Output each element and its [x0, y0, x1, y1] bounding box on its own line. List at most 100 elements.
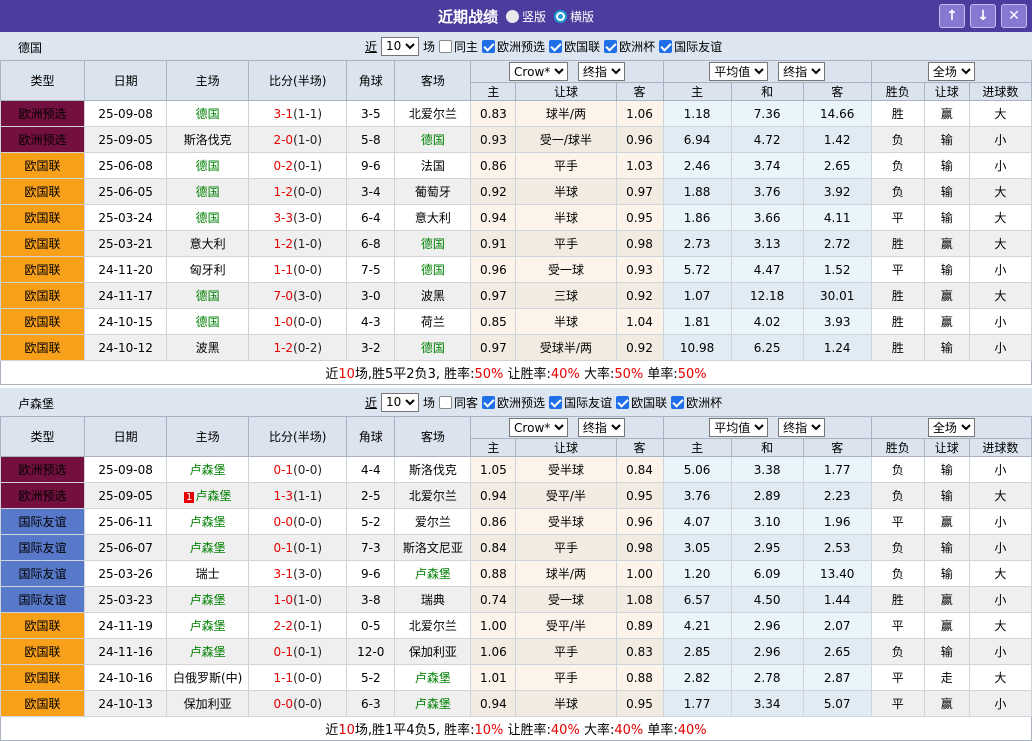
vertical-radio[interactable]: [506, 10, 519, 23]
avg-final-odds-select[interactable]: 终指: [778, 62, 825, 81]
halftime-score: (0-1): [293, 159, 322, 173]
league-checkbox[interactable]: [549, 396, 562, 409]
score-cell: 3-3(3-0): [249, 205, 347, 231]
same-venue-option[interactable]: 同主: [439, 38, 478, 55]
result-goals-cell: 小: [969, 509, 1031, 535]
home-team-cell: 德国: [167, 153, 249, 179]
table-row: 欧国联24-10-13保加利亚0-0(0-0)6-3卢森堡0.94半球0.951…: [1, 691, 1032, 717]
fulltime-select[interactable]: 全场: [928, 418, 975, 437]
date-cell: 25-06-08: [85, 153, 167, 179]
league-filter-option[interactable]: 欧洲杯: [671, 394, 722, 411]
handicap-line-cell: 受平/半: [516, 483, 616, 509]
home-team-name: 德国: [196, 159, 220, 173]
match-count-select[interactable]: 10: [381, 393, 419, 412]
league-filter-option[interactable]: 国际友谊: [659, 38, 722, 55]
score-cell: 1-1(0-0): [249, 665, 347, 691]
handicap-away-odds-cell: 1.03: [616, 153, 663, 179]
league-filter-option[interactable]: 欧洲预选: [482, 394, 545, 411]
league-checkbox[interactable]: [604, 40, 617, 53]
league-checkbox[interactable]: [659, 40, 672, 53]
handicap-away-odds-cell: 0.95: [616, 205, 663, 231]
league-filter-option[interactable]: 欧国联: [549, 38, 600, 55]
corner-cell: 6-8: [347, 231, 395, 257]
move-down-button[interactable]: ↓: [970, 4, 996, 28]
handicap-away-odds-cell: 0.96: [616, 509, 663, 535]
league-filter-option[interactable]: 欧国联: [616, 394, 667, 411]
result-wdl-cell: 负: [871, 535, 924, 561]
avg-draw-odds-cell: 3.74: [731, 153, 803, 179]
avg-draw-odds-cell: 7.36: [731, 101, 803, 127]
avg-draw-odds-cell: 2.78: [731, 665, 803, 691]
horizontal-layout-option[interactable]: 横版: [554, 8, 594, 25]
avg-away-odds-cell: 14.66: [803, 101, 871, 127]
fulltime-select[interactable]: 全场: [928, 62, 975, 81]
league-checkbox[interactable]: [482, 40, 495, 53]
result-goals-cell: 小: [969, 309, 1031, 335]
average-select[interactable]: 平均值: [709, 418, 768, 437]
handicap-home-odds-cell: 0.88: [471, 561, 516, 587]
final-odds-select[interactable]: 终指: [578, 418, 625, 437]
league-checkbox[interactable]: [671, 396, 684, 409]
corner-cell: 6-3: [347, 691, 395, 717]
result-wdl-cell: 平: [871, 509, 924, 535]
avg-away-odds-cell: 1.96: [803, 509, 871, 535]
avg-draw-odds-cell: 2.89: [731, 483, 803, 509]
close-button[interactable]: ✕: [1001, 4, 1027, 28]
avg-home-odds-cell: 5.06: [663, 457, 731, 483]
score-cell: 0-0(0-0): [249, 509, 347, 535]
average-select[interactable]: 平均值: [709, 62, 768, 81]
vertical-layout-option[interactable]: 竖版: [506, 8, 546, 25]
avg-draw-odds-cell: 2.95: [731, 535, 803, 561]
avg-draw-odds-cell: 4.47: [731, 257, 803, 283]
result-wdl-cell: 负: [871, 153, 924, 179]
league-cell: 欧国联: [1, 179, 85, 205]
away-team-cell: 波黑: [395, 283, 471, 309]
corner-cell: 7-5: [347, 257, 395, 283]
league-checkbox-label: 欧洲预选: [497, 394, 545, 411]
horizontal-radio[interactable]: [554, 10, 567, 23]
result-handicap-cell: 赢: [924, 309, 969, 335]
halftime-score: (0-2): [293, 341, 322, 355]
result-wdl-cell: 负: [871, 561, 924, 587]
league-checkbox[interactable]: [482, 396, 495, 409]
avg-away-odds-cell: 2.07: [803, 613, 871, 639]
date-cell: 24-10-12: [85, 335, 167, 361]
league-checkbox[interactable]: [616, 396, 629, 409]
result-header: 全场: [871, 61, 1031, 83]
same-venue-option[interactable]: 同客: [439, 394, 478, 411]
score-cell: 7-0(3-0): [249, 283, 347, 309]
league-checkbox[interactable]: [549, 40, 562, 53]
table-row: 国际友谊25-06-07卢森堡0-1(0-1)7-3斯洛文尼亚0.84平手0.9…: [1, 535, 1032, 561]
titlebar-buttons: ↑ ↓ ✕: [939, 4, 1027, 28]
away-team-cell: 卢森堡: [395, 691, 471, 717]
handicap-line-cell: 半球: [516, 691, 616, 717]
match-count-select[interactable]: 10: [381, 37, 419, 56]
date-cell: 25-09-08: [85, 457, 167, 483]
bookmaker-select[interactable]: Crow*: [509, 418, 568, 437]
same-venue-checkbox[interactable]: [439, 40, 452, 53]
score-cell: 2-2(0-1): [249, 613, 347, 639]
same-venue-checkbox[interactable]: [439, 396, 452, 409]
handicap-away-odds-cell: 0.95: [616, 483, 663, 509]
handicap-home-odds-cell: 0.97: [471, 283, 516, 309]
bookmaker-select[interactable]: Crow*: [509, 62, 568, 81]
away-team-name: 德国: [421, 133, 445, 147]
league-cell: 欧国联: [1, 231, 85, 257]
arrow-down-icon: ↓: [977, 8, 989, 24]
col-header-type: 类型: [1, 61, 85, 101]
league-cell: 欧国联: [1, 613, 85, 639]
avg-final-odds-select[interactable]: 终指: [778, 418, 825, 437]
league-filter-option[interactable]: 国际友谊: [549, 394, 612, 411]
final-odds-select[interactable]: 终指: [578, 62, 625, 81]
date-cell: 24-10-16: [85, 665, 167, 691]
col-header-corner: 角球: [347, 417, 395, 457]
away-team-cell: 瑞典: [395, 587, 471, 613]
league-filter-option[interactable]: 欧洲预选: [482, 38, 545, 55]
result-handicap-cell: 赢: [924, 691, 969, 717]
move-up-button[interactable]: ↑: [939, 4, 965, 28]
league-filter-option[interactable]: 欧洲杯: [604, 38, 655, 55]
avg-draw-odds-cell: 12.18: [731, 283, 803, 309]
home-team-name: 卢森堡: [190, 541, 226, 555]
result-handicap-cell: 输: [924, 127, 969, 153]
avg-away-odds-cell: 1.77: [803, 457, 871, 483]
